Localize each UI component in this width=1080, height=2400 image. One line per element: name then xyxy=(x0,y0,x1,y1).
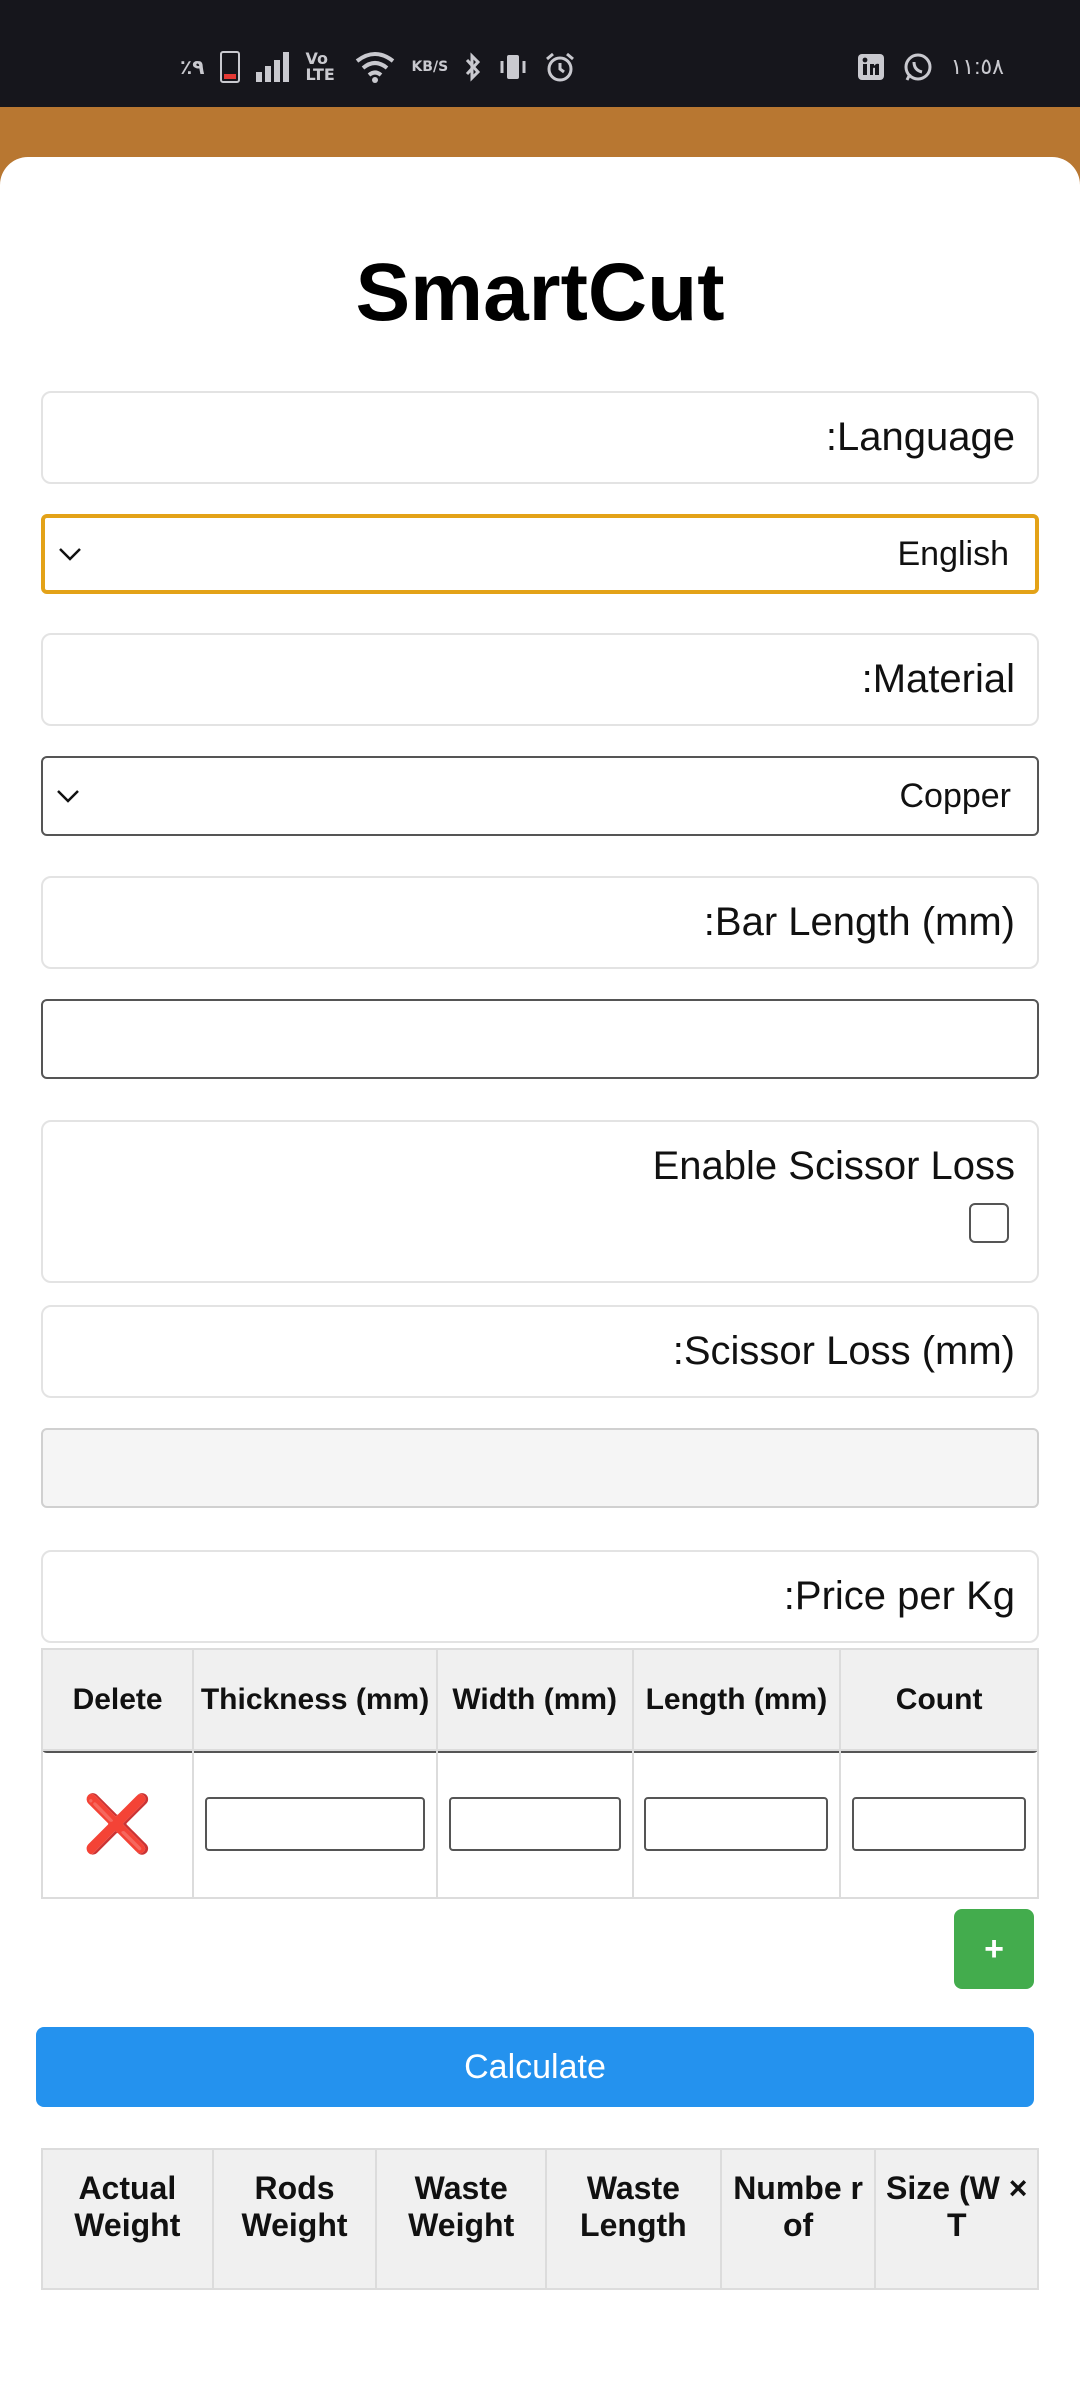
bar-length-label: :Bar Length (mm) xyxy=(41,876,1039,969)
status-right-icons: ١١:٥٨ xyxy=(857,50,1004,84)
material-label: :Material xyxy=(41,633,1039,726)
bluetooth-icon xyxy=(464,50,482,84)
length-cell xyxy=(631,1749,842,1899)
delete-icon[interactable]: ❌ xyxy=(83,1792,153,1857)
scissor-toggle-label: Enable Scissor Loss xyxy=(652,1144,1015,1188)
bar-length-input[interactable] xyxy=(41,999,1039,1079)
scissor-toggle-box: Enable Scissor Loss xyxy=(41,1120,1039,1283)
delete-cell: ❌ xyxy=(40,1749,195,1899)
status-time: ١١:٥٨ xyxy=(950,54,1004,79)
scissor-loss-input[interactable] xyxy=(41,1428,1039,1508)
linkedin-icon xyxy=(857,50,885,84)
volte-label: Vo LTE xyxy=(305,49,335,84)
language-label: :Language xyxy=(41,391,1039,484)
table-row: ❌ xyxy=(40,1749,1039,1899)
language-select-value: English xyxy=(897,534,1009,573)
header-waste-length: Waste Length xyxy=(545,2148,722,2290)
scissor-loss-label: :Scissor Loss (mm) xyxy=(41,1305,1039,1398)
header-number-of: Numbe r of xyxy=(719,2148,877,2290)
header-actual-weight: Actual Weight xyxy=(41,2148,214,2290)
count-input[interactable] xyxy=(852,1797,1027,1851)
header-rods-weight: Rods Weight xyxy=(211,2148,378,2290)
speed-label: KB/S xyxy=(411,59,449,75)
calculate-button[interactable]: Calculate xyxy=(36,2027,1034,2107)
header-delete: Delete xyxy=(40,1648,195,1751)
add-row-button[interactable]: + xyxy=(954,1909,1034,1989)
language-select[interactable]: English xyxy=(41,514,1039,594)
header-waste-weight: Waste Weight xyxy=(375,2148,548,2290)
vibrate-icon xyxy=(498,50,528,84)
width-input[interactable] xyxy=(448,1797,621,1851)
alarm-icon xyxy=(544,50,576,84)
chevron-down-icon xyxy=(53,781,83,811)
header-thickness: Thickness (mm) xyxy=(192,1648,438,1751)
header-count: Count xyxy=(839,1648,1039,1751)
cuts-table-header-row: Delete Thickness (mm) Width (mm) Length … xyxy=(40,1648,1039,1751)
width-cell xyxy=(435,1749,634,1899)
thickness-cell xyxy=(192,1749,438,1899)
header-width: Width (mm) xyxy=(435,1648,634,1751)
battery-percent: ٪٩ xyxy=(180,55,205,79)
results-table: Actual Weight Rods Weight Waste Weight W… xyxy=(41,2148,1039,2290)
wifi-icon xyxy=(355,50,395,84)
results-table-header-row: Actual Weight Rods Weight Waste Weight W… xyxy=(41,2148,1039,2290)
header-size: Size (W × T xyxy=(874,2148,1039,2290)
signal-icon xyxy=(256,52,290,82)
thickness-input[interactable] xyxy=(205,1797,426,1851)
cuts-table: Delete Thickness (mm) Width (mm) Length … xyxy=(40,1648,1039,1899)
material-select[interactable]: Copper xyxy=(41,756,1039,836)
length-input[interactable] xyxy=(644,1797,829,1851)
material-select-value: Copper xyxy=(899,776,1011,815)
battery-icon xyxy=(220,51,241,83)
status-left-icons: ٪٩ Vo LTE KB/S xyxy=(180,50,576,84)
app-title: SmartCut xyxy=(355,247,725,338)
chevron-down-icon xyxy=(55,539,85,569)
scissor-loss-checkbox[interactable] xyxy=(969,1203,1009,1243)
status-bar: ٪٩ Vo LTE KB/S ١١:٥٨ xyxy=(0,0,1080,107)
count-cell xyxy=(839,1749,1039,1899)
price-label: :Price per Kg xyxy=(41,1550,1039,1643)
whatsapp-icon xyxy=(903,50,933,84)
header-length: Length (mm) xyxy=(631,1648,842,1751)
